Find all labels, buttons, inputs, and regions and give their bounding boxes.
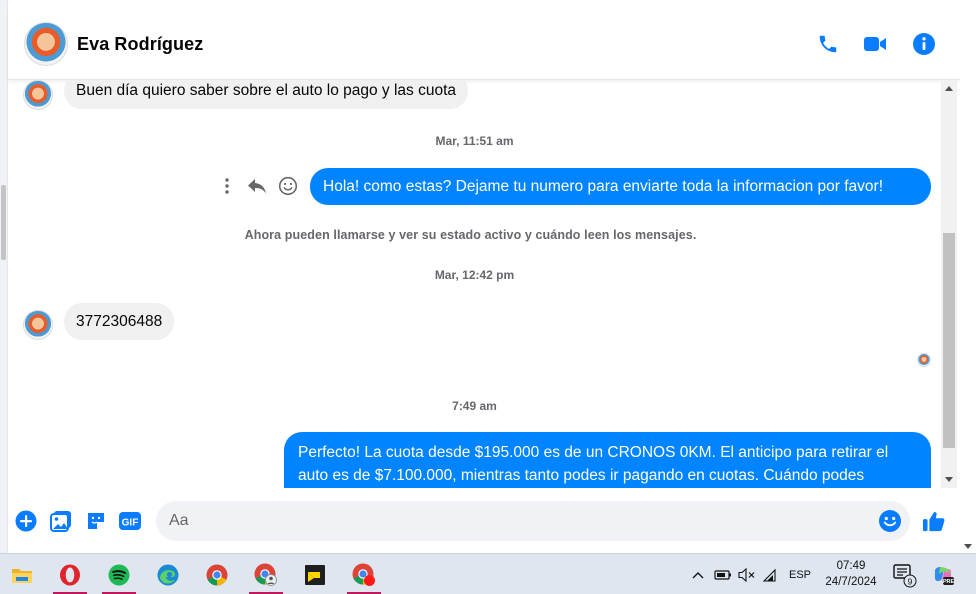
chrome-profile-icon[interactable] — [246, 554, 286, 594]
spotify-icon[interactable] — [99, 554, 139, 594]
message-text: Hola! como estas? Dejame tu numero para … — [323, 177, 884, 195]
message-list[interactable]: Buen día quiero saber sobre el auto lo p… — [8, 80, 941, 488]
message-timestamp: 7:49 am — [452, 399, 497, 413]
wifi-icon[interactable] — [760, 554, 782, 594]
message-scrollbar[interactable] — [941, 80, 957, 488]
message-input[interactable] — [156, 501, 910, 541]
read-receipt-avatar — [917, 353, 931, 367]
incoming-message-bubble[interactable]: Buen día quiero saber sobre el auto lo p… — [64, 80, 469, 109]
svg-text:PRE: PRE — [943, 579, 954, 585]
message-text-line: Perfecto! La cuota desde $195.000 es de … — [298, 444, 889, 461]
photo-gallery-icon[interactable] — [49, 509, 73, 533]
outgoing-message-bubble[interactable]: Hola! como estas? Dejame tu numero para … — [310, 168, 931, 205]
file-explorer-icon[interactable] — [2, 554, 42, 594]
language-indicator[interactable]: ESP — [786, 554, 814, 594]
message-text-line: auto es de $7.100.000, mientras tanto po… — [298, 466, 865, 484]
incoming-message-bubble[interactable]: 3772306488 — [64, 303, 175, 340]
opera-icon[interactable] — [50, 554, 90, 594]
contact-name[interactable]: Eva Rodríguez — [77, 34, 203, 55]
svg-text:GIF: GIF — [122, 518, 139, 529]
clock-time: 07:49 — [836, 560, 866, 572]
phone-icon[interactable] — [814, 30, 842, 58]
more-options-icon[interactable] — [216, 175, 238, 197]
thumbs-up-icon[interactable] — [922, 509, 946, 533]
copilot-icon[interactable]: PRE — [928, 554, 958, 594]
outgoing-message-bubble[interactable]: Perfecto! La cuota desde $195.000 es de … — [284, 432, 931, 488]
message-scroll-thumb[interactable] — [943, 233, 955, 448]
chat-header: Eva Rodríguez — [8, 8, 960, 80]
reply-icon[interactable] — [246, 175, 268, 197]
message-text: Buen día quiero saber sobre el auto lo p… — [76, 81, 457, 99]
page-scroll-thumb[interactable] — [1, 185, 6, 260]
sticky-notes-icon[interactable] — [295, 554, 335, 594]
message-timestamp: Mar, 12:42 pm — [434, 268, 515, 282]
notification-center-icon[interactable]: 9 — [890, 554, 920, 594]
info-icon[interactable] — [910, 30, 938, 58]
edge-icon[interactable] — [148, 554, 188, 594]
message-timestamp: Mar, 11:51 am — [435, 134, 514, 148]
scroll-down-arrow-icon[interactable] — [945, 477, 953, 482]
system-notice: Ahora pueden llamarse y ver su estado ac… — [244, 228, 697, 242]
notification-count: 9 — [908, 576, 913, 586]
system-clock[interactable]: 07:49 24/7/2024 — [818, 558, 884, 590]
gif-icon[interactable]: GIF — [118, 509, 142, 533]
react-emoji-icon[interactable] — [277, 175, 299, 197]
emoji-icon[interactable] — [878, 509, 902, 533]
video-camera-icon[interactable] — [861, 30, 889, 58]
sticker-icon[interactable] — [84, 509, 108, 533]
page-scrollbar[interactable] — [960, 0, 976, 553]
message-text: 3772306488 — [76, 312, 163, 330]
volume-muted-icon[interactable] — [736, 554, 758, 594]
battery-icon[interactable] — [712, 554, 734, 594]
scroll-up-arrow-icon[interactable] — [945, 86, 953, 91]
show-hidden-icons-chevron-icon[interactable] — [688, 554, 708, 594]
messenger-window: Eva Rodríguez Buen día quiero saber sobr… — [0, 0, 976, 594]
contact-avatar-small[interactable] — [23, 80, 53, 110]
contact-avatar-small[interactable] — [23, 310, 53, 340]
clock-date: 24/7/2024 — [825, 576, 877, 588]
message-composer: GIF — [8, 490, 960, 552]
add-icon[interactable] — [14, 509, 38, 533]
page-scroll-down-arrow-icon[interactable] — [964, 544, 972, 549]
chrome-notification-icon[interactable] — [344, 554, 384, 594]
chrome-icon[interactable] — [197, 554, 237, 594]
windows-taskbar: ESP 07:49 24/7/2024 9 PRE — [0, 553, 976, 594]
contact-avatar[interactable] — [24, 22, 68, 66]
page-left-strip — [0, 0, 8, 553]
